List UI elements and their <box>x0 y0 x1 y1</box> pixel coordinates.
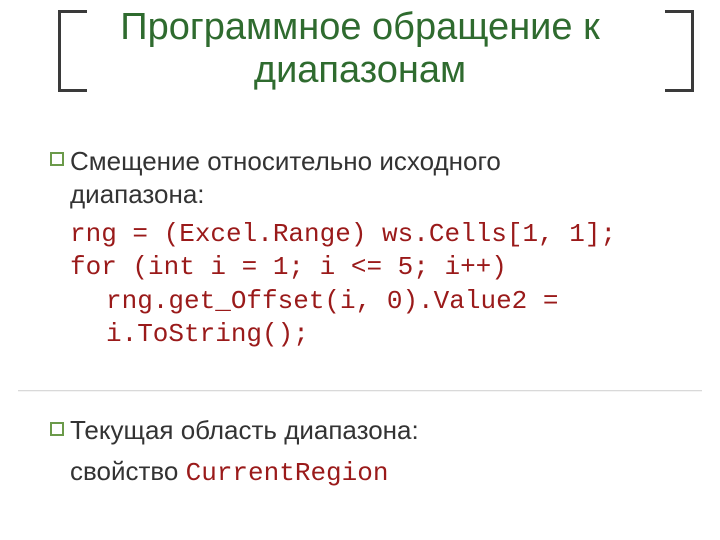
code-line-2: for (int i = 1; i <= 5; i++) <box>70 252 507 282</box>
section-current-region: Текущая область диапазона: свойство Curr… <box>70 414 670 497</box>
title-line-2: диапазонам <box>254 49 466 91</box>
property-name: CurrentRegion <box>186 458 389 488</box>
slide-title: Программное обращение к диапазонам <box>60 6 659 91</box>
code-line-1: rng = (Excel.Range) ws.Cells[1, 1]; <box>70 219 616 249</box>
title-container: Программное обращение к диапазонам <box>0 6 720 91</box>
divider <box>18 390 702 391</box>
current-region-intro: Текущая область диапазона: <box>70 414 670 447</box>
bullet-icon <box>50 152 64 166</box>
offset-intro: Смещение относительно исходного диапазон… <box>70 145 670 210</box>
property-label: свойство <box>70 456 186 486</box>
bullet-icon <box>50 422 64 436</box>
code-line-3: rng.get_Offset(i, 0).Value2 = <box>70 285 558 318</box>
section-offset: Смещение относительно исходного диапазон… <box>70 145 670 351</box>
slide: Программное обращение к диапазонам Смеще… <box>0 0 720 540</box>
offset-intro-line-1: Смещение относительно исходного <box>70 146 501 176</box>
offset-code: rng = (Excel.Range) ws.Cells[1, 1]; for … <box>70 218 670 351</box>
code-line-4: i.ToString(); <box>70 318 309 351</box>
current-region-property: свойство CurrentRegion <box>70 455 670 490</box>
title-line-1: Программное обращение к <box>120 6 599 48</box>
offset-intro-line-2: диапазона: <box>70 179 205 209</box>
